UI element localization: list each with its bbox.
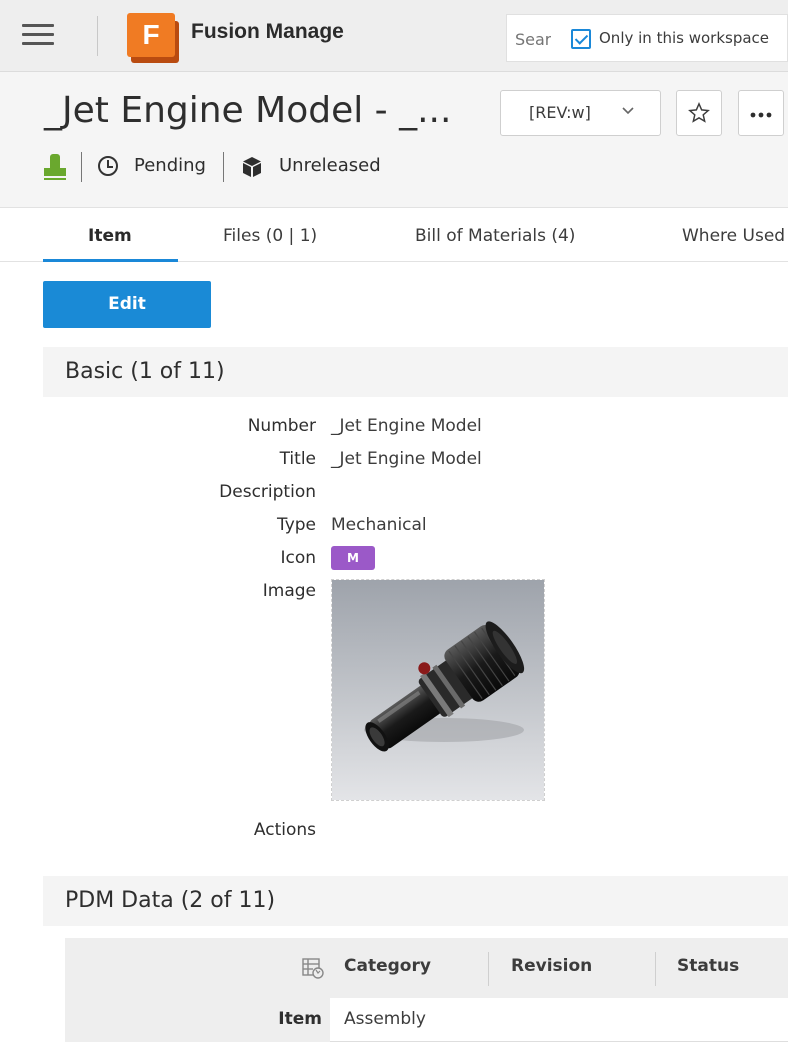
row-header: Item xyxy=(65,998,330,1042)
section-header-pdm[interactable]: PDM Data (2 of 11) xyxy=(43,876,788,926)
lifecycle-stamp-icon xyxy=(44,154,66,180)
field-label-actions: Actions xyxy=(253,820,316,840)
revision-select[interactable]: [REV:w] xyxy=(500,90,661,136)
column-header-status[interactable]: Status xyxy=(677,956,739,976)
column-header-revision[interactable]: Revision xyxy=(511,956,592,976)
item-header: _Jet Engine Model - _... [REV:w] Pending… xyxy=(0,72,788,208)
top-bar: F Fusion Manage Only in this workspace xyxy=(0,0,788,72)
section-title: Basic (1 of 11) xyxy=(65,359,225,384)
column-divider xyxy=(655,952,656,986)
more-options-button[interactable] xyxy=(738,90,784,136)
chevron-down-icon xyxy=(621,105,635,119)
topbar-divider xyxy=(97,16,98,56)
workflow-status: Pending xyxy=(134,155,206,176)
grid-header: Category Revision Status xyxy=(65,938,788,998)
tab-bill-of-materials[interactable]: Bill of Materials (4) xyxy=(415,226,575,246)
column-header-category[interactable]: Category xyxy=(344,956,431,976)
tab-files[interactable]: Files (0 | 1) xyxy=(223,226,317,246)
favorite-button[interactable] xyxy=(676,90,722,136)
table-row[interactable]: Item Assembly xyxy=(65,998,788,1042)
pdm-data-grid: Category Revision Status Item Assembly xyxy=(65,938,788,1044)
cell-category: Assembly xyxy=(344,1009,426,1029)
revision-select-label: [REV:w] xyxy=(529,103,591,122)
section-header-basic[interactable]: Basic (1 of 11) xyxy=(43,347,788,397)
search-box: Only in this workspace xyxy=(506,14,788,62)
search-input[interactable] xyxy=(515,27,551,51)
field-label-number: Number xyxy=(247,416,316,436)
tab-item[interactable]: Item xyxy=(88,226,132,246)
clock-icon xyxy=(98,156,118,176)
cube-icon xyxy=(243,157,261,177)
fusion-manage-logo[interactable]: F xyxy=(127,13,179,63)
status-divider xyxy=(223,152,224,182)
workspace-scope-label[interactable]: Only in this workspace xyxy=(599,29,769,47)
item-icon-badge: M xyxy=(331,546,375,570)
star-icon xyxy=(688,102,710,123)
workspace-scope-checkbox[interactable] xyxy=(571,29,591,49)
field-label-icon: Icon xyxy=(280,548,316,568)
field-label-title: Title xyxy=(279,449,316,469)
field-value-number: _Jet Engine Model xyxy=(331,416,482,436)
section-title: PDM Data (2 of 11) xyxy=(65,888,276,913)
item-image[interactable] xyxy=(331,579,545,801)
status-divider xyxy=(81,152,82,182)
active-tab-indicator xyxy=(43,259,178,262)
field-label-image: Image xyxy=(262,581,316,601)
release-state: Unreleased xyxy=(279,155,381,176)
table-reset-icon[interactable] xyxy=(301,956,325,980)
row-label: Item xyxy=(278,1009,322,1029)
field-value-type: Mechanical xyxy=(331,515,427,535)
item-tabs: Item Files (0 | 1) Bill of Materials (4)… xyxy=(0,208,788,262)
column-divider xyxy=(488,952,489,986)
app-name: Fusion Manage xyxy=(191,20,344,43)
ellipsis-icon xyxy=(750,112,772,118)
field-value-title: _Jet Engine Model xyxy=(331,449,482,469)
tab-where-used[interactable]: Where Used xyxy=(682,226,785,246)
page-title: _Jet Engine Model - _... xyxy=(44,90,452,131)
field-label-description: Description xyxy=(219,482,316,502)
edit-button[interactable]: Edit xyxy=(43,281,211,328)
field-label-type: Type xyxy=(276,515,316,535)
jet-engine-image xyxy=(332,580,544,800)
menu-icon[interactable] xyxy=(22,24,54,48)
